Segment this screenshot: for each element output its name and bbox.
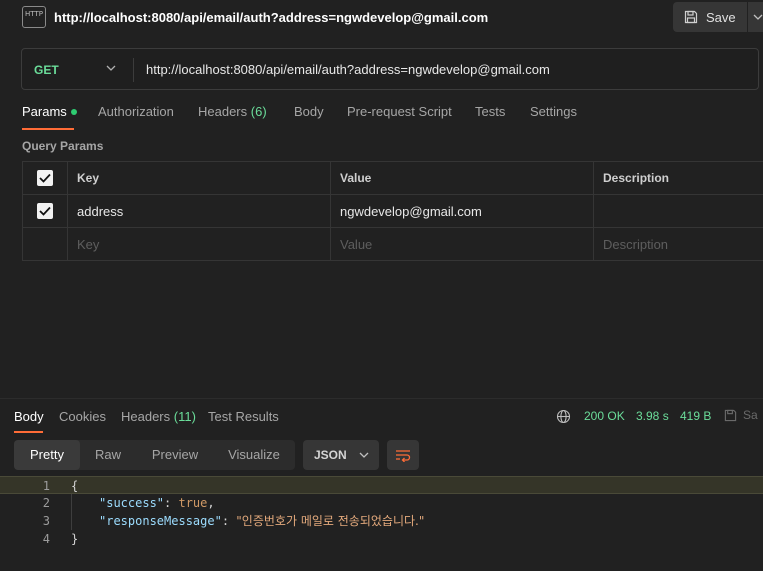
- save-label: Save: [706, 9, 736, 25]
- http-badge-label: HTTP: [25, 10, 43, 18]
- param-value[interactable]: ngwdevelop@gmail.com: [331, 195, 594, 227]
- column-header-value: Value: [331, 162, 594, 194]
- code-line: 1 {: [0, 476, 763, 494]
- select-all-checkbox[interactable]: [37, 170, 53, 186]
- top-bar: HTTP http://localhost:8080/api/email/aut…: [0, 0, 763, 36]
- new-key-input[interactable]: Key: [68, 228, 331, 260]
- code-text: "responseMessage": "인증번호가 메일로 전송되었습니다.": [99, 512, 424, 530]
- json-value: true: [178, 496, 208, 510]
- response-size[interactable]: 419 B: [680, 409, 711, 423]
- chevron-down-icon: [359, 452, 369, 458]
- headers-count: (6): [250, 104, 267, 119]
- response-headers-count: (11): [173, 409, 196, 424]
- tab-headers[interactable]: Headers (6): [198, 104, 267, 119]
- tab-settings[interactable]: Settings: [530, 104, 577, 119]
- status-code[interactable]: 200 OK: [584, 409, 625, 423]
- check-icon: [39, 173, 51, 183]
- pane-divider[interactable]: [0, 398, 763, 399]
- format-select-label: JSON: [314, 448, 347, 462]
- table-row-new: Key Value Description: [23, 228, 763, 260]
- select-all-cell: [23, 162, 68, 194]
- tab-headers-label: Headers: [198, 104, 248, 119]
- format-raw[interactable]: Raw: [80, 440, 136, 470]
- save-button[interactable]: Save: [673, 2, 747, 32]
- globe-icon[interactable]: [556, 409, 571, 424]
- param-description[interactable]: [594, 195, 763, 227]
- code-text: {: [71, 479, 79, 493]
- format-preview[interactable]: Preview: [140, 440, 210, 470]
- json-colon: :: [164, 496, 179, 510]
- code-line: 4 }: [0, 530, 763, 548]
- save-response-label: Sa: [743, 408, 758, 422]
- url-divider: [133, 58, 134, 82]
- response-time[interactable]: 3.98 s: [636, 409, 669, 423]
- row-checkbox[interactable]: [37, 203, 53, 219]
- tab-body[interactable]: Body: [294, 104, 324, 119]
- tab-cookies[interactable]: Cookies: [59, 409, 106, 424]
- method-select[interactable]: GET: [34, 63, 59, 77]
- params-active-dot: [70, 108, 77, 115]
- http-request-icon: HTTP: [22, 6, 46, 28]
- json-comma: ,: [207, 496, 215, 510]
- json-colon: :: [221, 514, 237, 528]
- tab-response-body[interactable]: Body: [14, 409, 44, 424]
- tab-test-results[interactable]: Test Results: [208, 409, 279, 424]
- tab-params[interactable]: Params: [22, 104, 77, 119]
- query-params-title: Query Params: [22, 139, 104, 153]
- line-number: 3: [42, 514, 50, 528]
- table-row: address ngwdevelop@gmail.com: [23, 195, 763, 228]
- tab-tests[interactable]: Tests: [475, 104, 505, 119]
- save-icon: [724, 409, 737, 421]
- json-value: "인증번호가 메일로 전송되었습니다.": [236, 514, 425, 528]
- format-select[interactable]: JSON: [303, 440, 379, 470]
- active-tab-indicator: [22, 128, 74, 130]
- request-title[interactable]: http://localhost:8080/api/email/auth?add…: [54, 10, 488, 25]
- format-pretty[interactable]: Pretty: [14, 440, 80, 470]
- line-number: 4: [42, 532, 50, 546]
- wrap-text-icon: [396, 450, 411, 462]
- tab-pre-request-script[interactable]: Pre-request Script: [347, 104, 452, 119]
- new-row-checkbox-cell: [23, 228, 68, 260]
- line-number: 2: [42, 496, 50, 510]
- table-header-row: Key Value Description: [23, 162, 763, 195]
- line-number: 1: [42, 479, 50, 493]
- row-checkbox-cell: [23, 195, 68, 227]
- active-response-tab-indicator: [14, 431, 43, 433]
- wrap-lines-button[interactable]: [387, 440, 419, 470]
- chevron-down-icon: [753, 14, 763, 20]
- tab-params-label: Params: [22, 104, 67, 119]
- json-key: "responseMessage": [99, 514, 222, 528]
- response-body-editor[interactable]: 1 { 2 "success": true, 3 "responseMessag…: [0, 476, 763, 550]
- save-icon: [684, 10, 698, 24]
- query-params-table: Key Value Description address ngwdevelop…: [22, 161, 763, 261]
- url-bar: GET http://localhost:8080/api/email/auth…: [21, 48, 759, 90]
- save-response-button[interactable]: Sa: [724, 408, 758, 422]
- tab-authorization[interactable]: Authorization: [98, 104, 174, 119]
- new-value-input[interactable]: Value: [331, 228, 594, 260]
- new-description-input[interactable]: Description: [594, 228, 763, 260]
- code-text: "success": true,: [99, 494, 215, 512]
- url-input[interactable]: http://localhost:8080/api/email/auth?add…: [146, 62, 550, 77]
- chevron-down-icon[interactable]: [105, 62, 117, 74]
- param-key[interactable]: address: [68, 195, 331, 227]
- tab-response-headers[interactable]: Headers (11): [121, 409, 196, 424]
- check-icon: [39, 206, 51, 216]
- code-text: }: [71, 532, 79, 546]
- column-header-key: Key: [68, 162, 331, 194]
- save-options-button[interactable]: [748, 2, 763, 32]
- format-tabs: Pretty Raw Preview Visualize: [14, 440, 295, 470]
- code-line: 2 "success": true,: [0, 494, 763, 512]
- format-visualize[interactable]: Visualize: [214, 440, 294, 470]
- code-line: 3 "responseMessage": "인증번호가 메일로 전송되었습니다.…: [0, 512, 763, 530]
- column-header-description: Description: [603, 171, 670, 185]
- tab-response-headers-label: Headers: [121, 409, 171, 424]
- json-key: "success": [99, 496, 165, 510]
